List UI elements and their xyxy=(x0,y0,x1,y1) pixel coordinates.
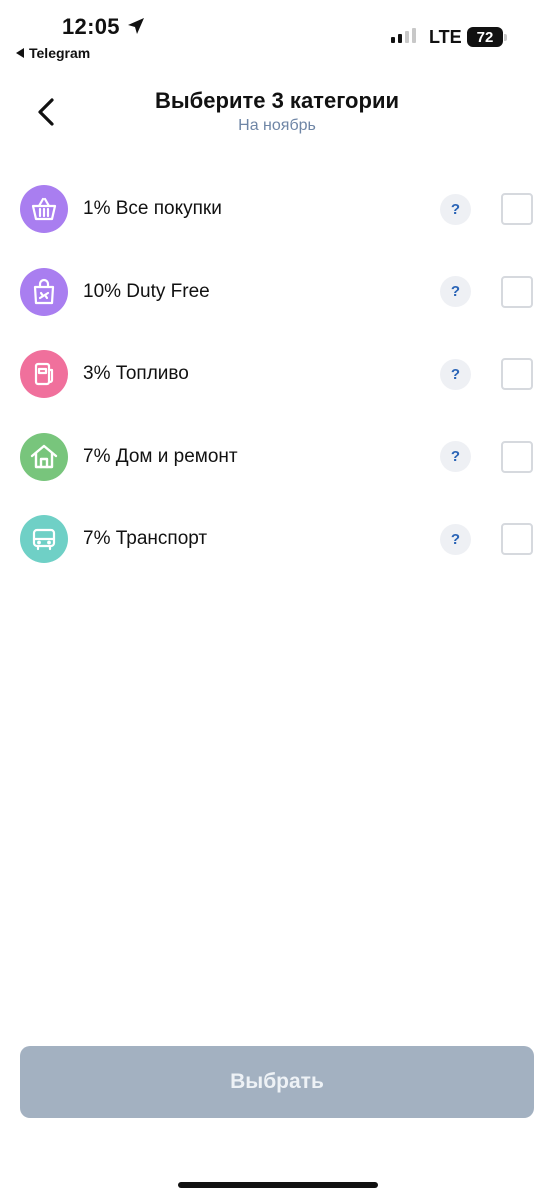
signal-strength-icon xyxy=(391,28,416,43)
help-button[interactable]: ? xyxy=(440,276,471,308)
battery-level: 72 xyxy=(467,27,503,47)
category-checkbox[interactable] xyxy=(501,523,533,556)
category-row-all-purchases[interactable]: 1% Все покупки ? xyxy=(0,168,554,251)
category-label: 7% Транспорт xyxy=(83,528,208,550)
category-label: 7% Дом и ремонт xyxy=(83,445,238,467)
bus-icon xyxy=(20,515,68,564)
category-row-home-repair[interactable]: 7% Дом и ремонт ? xyxy=(0,416,554,499)
page-title: Выберите 3 категории xyxy=(155,88,399,113)
back-to-app-link[interactable]: Telegram xyxy=(16,45,90,61)
category-row-transport[interactable]: 7% Транспорт ? xyxy=(0,498,554,581)
shopping-bag-plane-icon xyxy=(20,267,68,316)
category-label: 1% Все покупки xyxy=(83,198,222,220)
shopping-basket-icon xyxy=(20,185,68,234)
status-time: 12:05 xyxy=(62,14,120,39)
help-button[interactable]: ? xyxy=(440,193,471,225)
category-checkbox[interactable] xyxy=(501,358,533,391)
page-subtitle: На ноябрь xyxy=(238,117,316,134)
category-checkbox[interactable] xyxy=(501,193,533,226)
category-label: 3% Топливо xyxy=(83,363,189,385)
category-checkbox[interactable] xyxy=(501,440,533,473)
help-button[interactable]: ? xyxy=(440,441,471,473)
category-label: 10% Duty Free xyxy=(83,280,210,302)
house-icon xyxy=(20,432,68,481)
network-type: LTE xyxy=(429,27,462,47)
back-triangle-icon xyxy=(16,48,24,58)
location-arrow-icon xyxy=(128,18,144,34)
category-checkbox[interactable] xyxy=(501,275,533,308)
help-button[interactable]: ? xyxy=(440,358,471,390)
back-app-label: Telegram xyxy=(29,45,91,61)
help-button[interactable]: ? xyxy=(440,523,471,555)
category-row-duty-free[interactable]: 10% Duty Free ? xyxy=(0,251,554,334)
fuel-pump-icon xyxy=(20,350,68,399)
select-button[interactable]: Выбрать xyxy=(20,1046,534,1118)
battery-icon: 72 xyxy=(467,27,507,47)
category-row-fuel[interactable]: 3% Топливо ? xyxy=(0,333,554,416)
category-list: 1% Все покупки ? 10% Duty Free ? 3% Топл… xyxy=(0,168,554,581)
home-indicator[interactable] xyxy=(178,1182,378,1188)
